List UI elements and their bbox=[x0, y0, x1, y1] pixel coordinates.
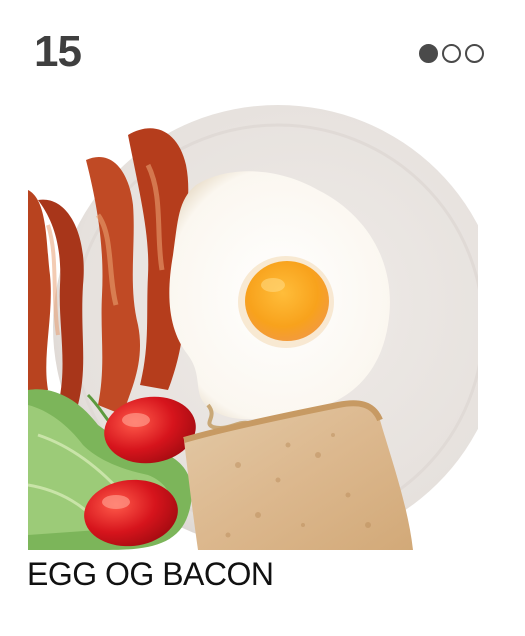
page-dot-3[interactable] bbox=[465, 44, 484, 63]
recipe-title: EGG OG BACON bbox=[27, 556, 274, 592]
page-dot-1[interactable] bbox=[419, 44, 438, 63]
recipe-number: 15 bbox=[34, 27, 82, 76]
page-dot-2[interactable] bbox=[442, 44, 461, 63]
recipe-card[interactable]: 15 EGG OG BACON bbox=[0, 0, 525, 636]
pagination-dots[interactable] bbox=[419, 44, 484, 63]
food-photo bbox=[28, 105, 478, 550]
